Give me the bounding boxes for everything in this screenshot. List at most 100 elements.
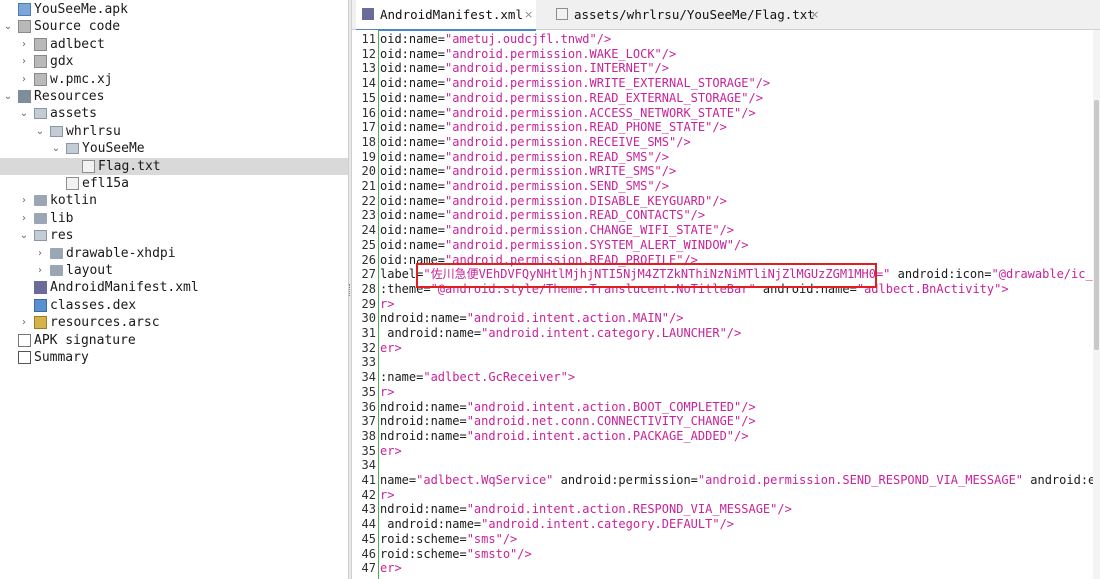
code-line[interactable]: name="adlbect.WqService" android:permiss… bbox=[380, 473, 1100, 488]
tree-item[interactable]: › drawable-xhdpi bbox=[0, 245, 348, 262]
line-number: 43 bbox=[361, 502, 376, 517]
code-line[interactable]: android:name="android.intent.category.LA… bbox=[380, 326, 741, 341]
tree-item-label: YouSeeMe.apk bbox=[34, 2, 128, 17]
chevron-down-icon[interactable]: ⌄ bbox=[2, 88, 14, 105]
tree-item-label: Summary bbox=[34, 350, 89, 365]
code-line[interactable]: ndroid:name="android.net.conn.CONNECTIVI… bbox=[380, 414, 756, 429]
close-icon[interactable]: × bbox=[524, 0, 533, 29]
line-number: 31 bbox=[361, 326, 376, 340]
code-line[interactable]: roid:scheme="smsto"/> bbox=[380, 547, 532, 562]
tree-item[interactable]: efl15a bbox=[0, 175, 348, 192]
code-line[interactable]: oid:name="android.permission.DISABLE_KEY… bbox=[380, 194, 727, 209]
code-line[interactable]: ndroid:name="android.intent.action.RESPO… bbox=[380, 502, 792, 517]
tree-item[interactable]: Summary bbox=[0, 349, 348, 366]
package-icon bbox=[34, 72, 47, 86]
attribute-name: ndroid:name= bbox=[380, 399, 467, 414]
chevron-down-icon[interactable]: ⌄ bbox=[18, 227, 30, 244]
code-line[interactable]: oid:name="android.permission.RECEIVE_SMS… bbox=[380, 135, 691, 150]
tree-item[interactable]: ⌄ Resources bbox=[0, 88, 348, 105]
attribute-value: "android.permission.READ_CONTACTS" bbox=[445, 208, 691, 223]
tree-item[interactable]: › gdx bbox=[0, 53, 348, 70]
tree-item[interactable]: classes.dex bbox=[0, 297, 348, 314]
code-line[interactable]: oid:name="android.permission.INTERNET"/> bbox=[380, 61, 669, 76]
chevron-right-icon[interactable]: › bbox=[34, 245, 46, 262]
chevron-down-icon[interactable]: ⌄ bbox=[18, 105, 30, 122]
tree-item[interactable]: › w.pmc.xj bbox=[0, 71, 348, 88]
chevron-down-icon[interactable]: ⌄ bbox=[50, 140, 62, 157]
tree-item-label: gdx bbox=[50, 54, 74, 70]
tree-item[interactable]: ⌄ res bbox=[0, 227, 348, 244]
tree-item[interactable]: ⌄ YouSeeMe bbox=[0, 140, 348, 157]
chevron-right-icon[interactable]: › bbox=[34, 262, 46, 279]
line-number: 21 bbox=[361, 179, 376, 193]
tree-item[interactable]: ⌄ whrlrsu bbox=[0, 123, 348, 140]
chevron-down-icon[interactable]: ⌄ bbox=[34, 123, 46, 140]
manifest-icon bbox=[362, 8, 374, 20]
code-line[interactable]: android:name="android.intent.category.DE… bbox=[380, 517, 734, 532]
code-line[interactable]: oid:name="android.permission.READ_SMS"/> bbox=[380, 150, 669, 165]
code-line[interactable]: :name="adlbect.GcReceiver"> bbox=[380, 370, 575, 385]
folder-open-icon bbox=[50, 125, 63, 137]
scrollbar-thumb[interactable] bbox=[1094, 100, 1099, 350]
tree-item[interactable]: ⌄ Source code bbox=[0, 18, 348, 35]
chevron-down-icon[interactable]: ⌄ bbox=[2, 18, 14, 35]
attribute-value: "android.net.conn.CONNECTIVITY_CHANGE" bbox=[466, 414, 742, 429]
tree-item[interactable]: ⌄ assets bbox=[0, 105, 348, 122]
attribute-name: oid:name= bbox=[380, 90, 446, 105]
code-line[interactable]: r> bbox=[380, 385, 394, 400]
code-line[interactable]: oid:name="android.permission.WRITE_SMS"/… bbox=[380, 164, 676, 179]
code-line[interactable]: ndroid:name="android.intent.action.BOOT_… bbox=[380, 400, 756, 415]
code-line[interactable]: er> bbox=[380, 444, 402, 459]
code-line[interactable]: roid:scheme="sms"/> bbox=[380, 532, 517, 547]
attribute-name: oid:name= bbox=[380, 46, 446, 61]
code-line[interactable]: ndroid:name="android.intent.action.MAIN"… bbox=[380, 311, 683, 326]
chevron-right-icon[interactable]: › bbox=[18, 53, 30, 70]
folder-open-icon bbox=[66, 143, 79, 155]
code-line[interactable]: oid:name="android.permission.WRITE_EXTER… bbox=[380, 76, 770, 91]
code-line[interactable]: oid:name="android.permission.READ_CONTAC… bbox=[380, 208, 705, 223]
line-number: 36 bbox=[361, 399, 376, 414]
tree-item[interactable]: YouSeeMe.apk bbox=[0, 1, 348, 18]
code-line[interactable]: oid:name="android.permission.WAKE_LOCK"/… bbox=[380, 47, 676, 62]
tag-bracket: /> bbox=[654, 61, 669, 76]
code-line[interactable]: oid:name="ametuj.oudcjfl.tnwd"/> bbox=[380, 32, 611, 47]
chevron-right-icon[interactable]: › bbox=[18, 314, 30, 331]
code-line[interactable]: oid:name="android.permission.READ_PHONE_… bbox=[380, 120, 727, 135]
tab-flag-txt[interactable]: assets/whrlrsu/YouSeeMe/Flag.txt × bbox=[550, 0, 830, 29]
attribute-value: "android.intent.action.MAIN" bbox=[466, 311, 669, 326]
attribute-value: "sms" bbox=[466, 531, 503, 546]
line-number: 44 bbox=[361, 517, 376, 532]
gutter-change-marker bbox=[378, 30, 379, 579]
chevron-right-icon[interactable]: › bbox=[18, 210, 30, 227]
tree-item[interactable]: › layout bbox=[0, 262, 348, 279]
chevron-right-icon[interactable]: › bbox=[18, 71, 30, 88]
tree-item[interactable]: › kotlin bbox=[0, 192, 348, 209]
attribute-value: "android.permission.READ_EXTERNAL_STORAG… bbox=[445, 90, 749, 105]
code-line[interactable]: er> bbox=[380, 341, 402, 356]
code-line[interactable]: oid:name="android.permission.CHANGE_WIFI… bbox=[380, 223, 734, 238]
flag-highlight-box bbox=[416, 263, 877, 288]
code-line[interactable]: ndroid:name="android.intent.action.PACKA… bbox=[380, 429, 748, 444]
tree-item[interactable]: APK signature bbox=[0, 332, 348, 349]
chevron-right-icon[interactable]: › bbox=[18, 192, 30, 209]
chevron-right-icon[interactable]: › bbox=[18, 36, 30, 53]
tab-android-manifest[interactable]: AndroidManifest.xml × bbox=[356, 0, 536, 31]
code-line[interactable]: r> bbox=[380, 297, 394, 312]
code-line[interactable]: er> bbox=[380, 561, 402, 576]
code-line[interactable]: oid:name="android.permission.ACCESS_NETW… bbox=[380, 106, 756, 121]
code-line[interactable]: oid:name="android.permission.SEND_SMS"/> bbox=[380, 179, 669, 194]
tree-item[interactable]: AndroidManifest.xml bbox=[0, 279, 348, 296]
code-line[interactable]: oid:name="android.permission.READ_EXTERN… bbox=[380, 91, 763, 106]
tree-item-label: kotlin bbox=[50, 193, 97, 209]
line-number: 30 bbox=[361, 311, 376, 326]
close-icon[interactable]: × bbox=[810, 0, 819, 29]
tree-item[interactable]: › resources.arsc bbox=[0, 314, 348, 331]
tree-item[interactable]: › lib bbox=[0, 210, 348, 227]
line-number-gutter: 11 12 13 14 15 16 17 18 19 20 21 22 23 24 25 26 27 28 29 30… bbox=[352, 30, 378, 579]
tab-label: assets/whrlrsu/YouSeeMe/Flag.txt bbox=[574, 7, 815, 22]
code-line[interactable]: oid:name="android.permission.SYSTEM_ALER… bbox=[380, 238, 748, 253]
tree-item[interactable]: Flag.txt bbox=[0, 157, 348, 175]
tag-bracket: /> bbox=[734, 237, 749, 252]
tree-item[interactable]: › adlbect bbox=[0, 36, 348, 53]
code-line[interactable]: r> bbox=[380, 488, 394, 503]
